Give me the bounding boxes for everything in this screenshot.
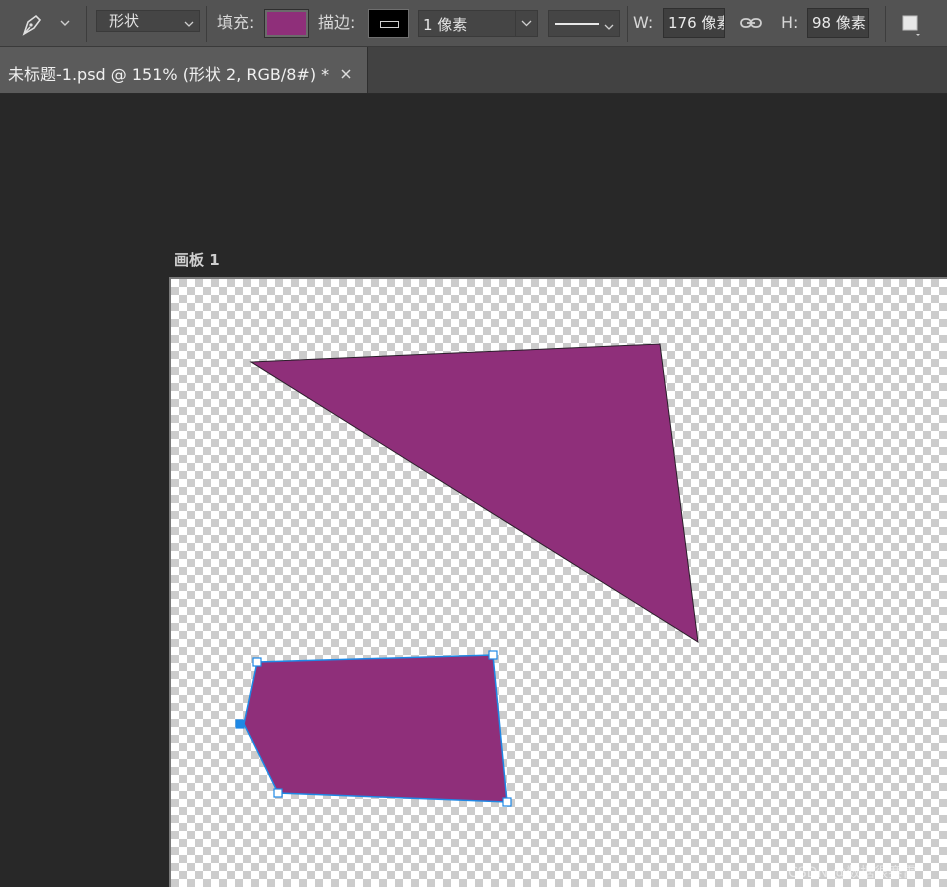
link-icon[interactable] [739,13,763,33]
document-title: 未标题-1.psd @ 151% (形状 2, RGB/8#) * [8,65,330,84]
height-input[interactable]: 98 像素 [807,8,869,38]
stroke-width-value: 1 像素 [423,16,468,34]
artboard-label[interactable]: 画板 1 [174,249,220,270]
close-icon[interactable] [340,65,352,79]
tool-preset-chevron-icon[interactable] [58,15,72,29]
stroke-label: 描边: [318,13,356,32]
divider [206,6,207,42]
width-input[interactable]: 176 像素 [663,8,725,38]
path-align-icon[interactable] [897,11,925,39]
stroke-type-select[interactable] [548,10,620,37]
divider [627,6,628,42]
height-label: H: [781,13,799,32]
document-tab-bar: 未标题-1.psd @ 151% (形状 2, RGB/8#) * [0,47,947,94]
options-bar: 形状 填充: 描边: 1 像素 W: 176 像素 H: 98 像素 [0,0,947,47]
tool-mode-value: 形状 [109,12,140,30]
chevron-down-icon[interactable] [515,11,537,36]
tab-document[interactable]: 未标题-1.psd @ 151% (形状 2, RGB/8#) * [0,47,368,93]
pen-icon[interactable] [18,10,48,38]
stroke-color-swatch[interactable] [368,9,409,38]
width-label: W: [633,13,654,32]
fill-label: 填充: [217,13,255,32]
artboard[interactable] [169,277,947,887]
stroke-width-field[interactable]: 1 像素 [418,10,538,37]
chevron-down-icon [603,18,615,30]
watermark: CSDN @数据很赛雷 [788,865,917,881]
chevron-down-icon [183,15,195,27]
fill-color-swatch[interactable] [264,9,309,38]
stroke-preview-icon [380,21,399,28]
tool-mode-select[interactable]: 形状 [96,10,200,32]
divider [86,6,87,42]
divider [885,6,886,42]
stroke-line-preview [555,23,599,25]
